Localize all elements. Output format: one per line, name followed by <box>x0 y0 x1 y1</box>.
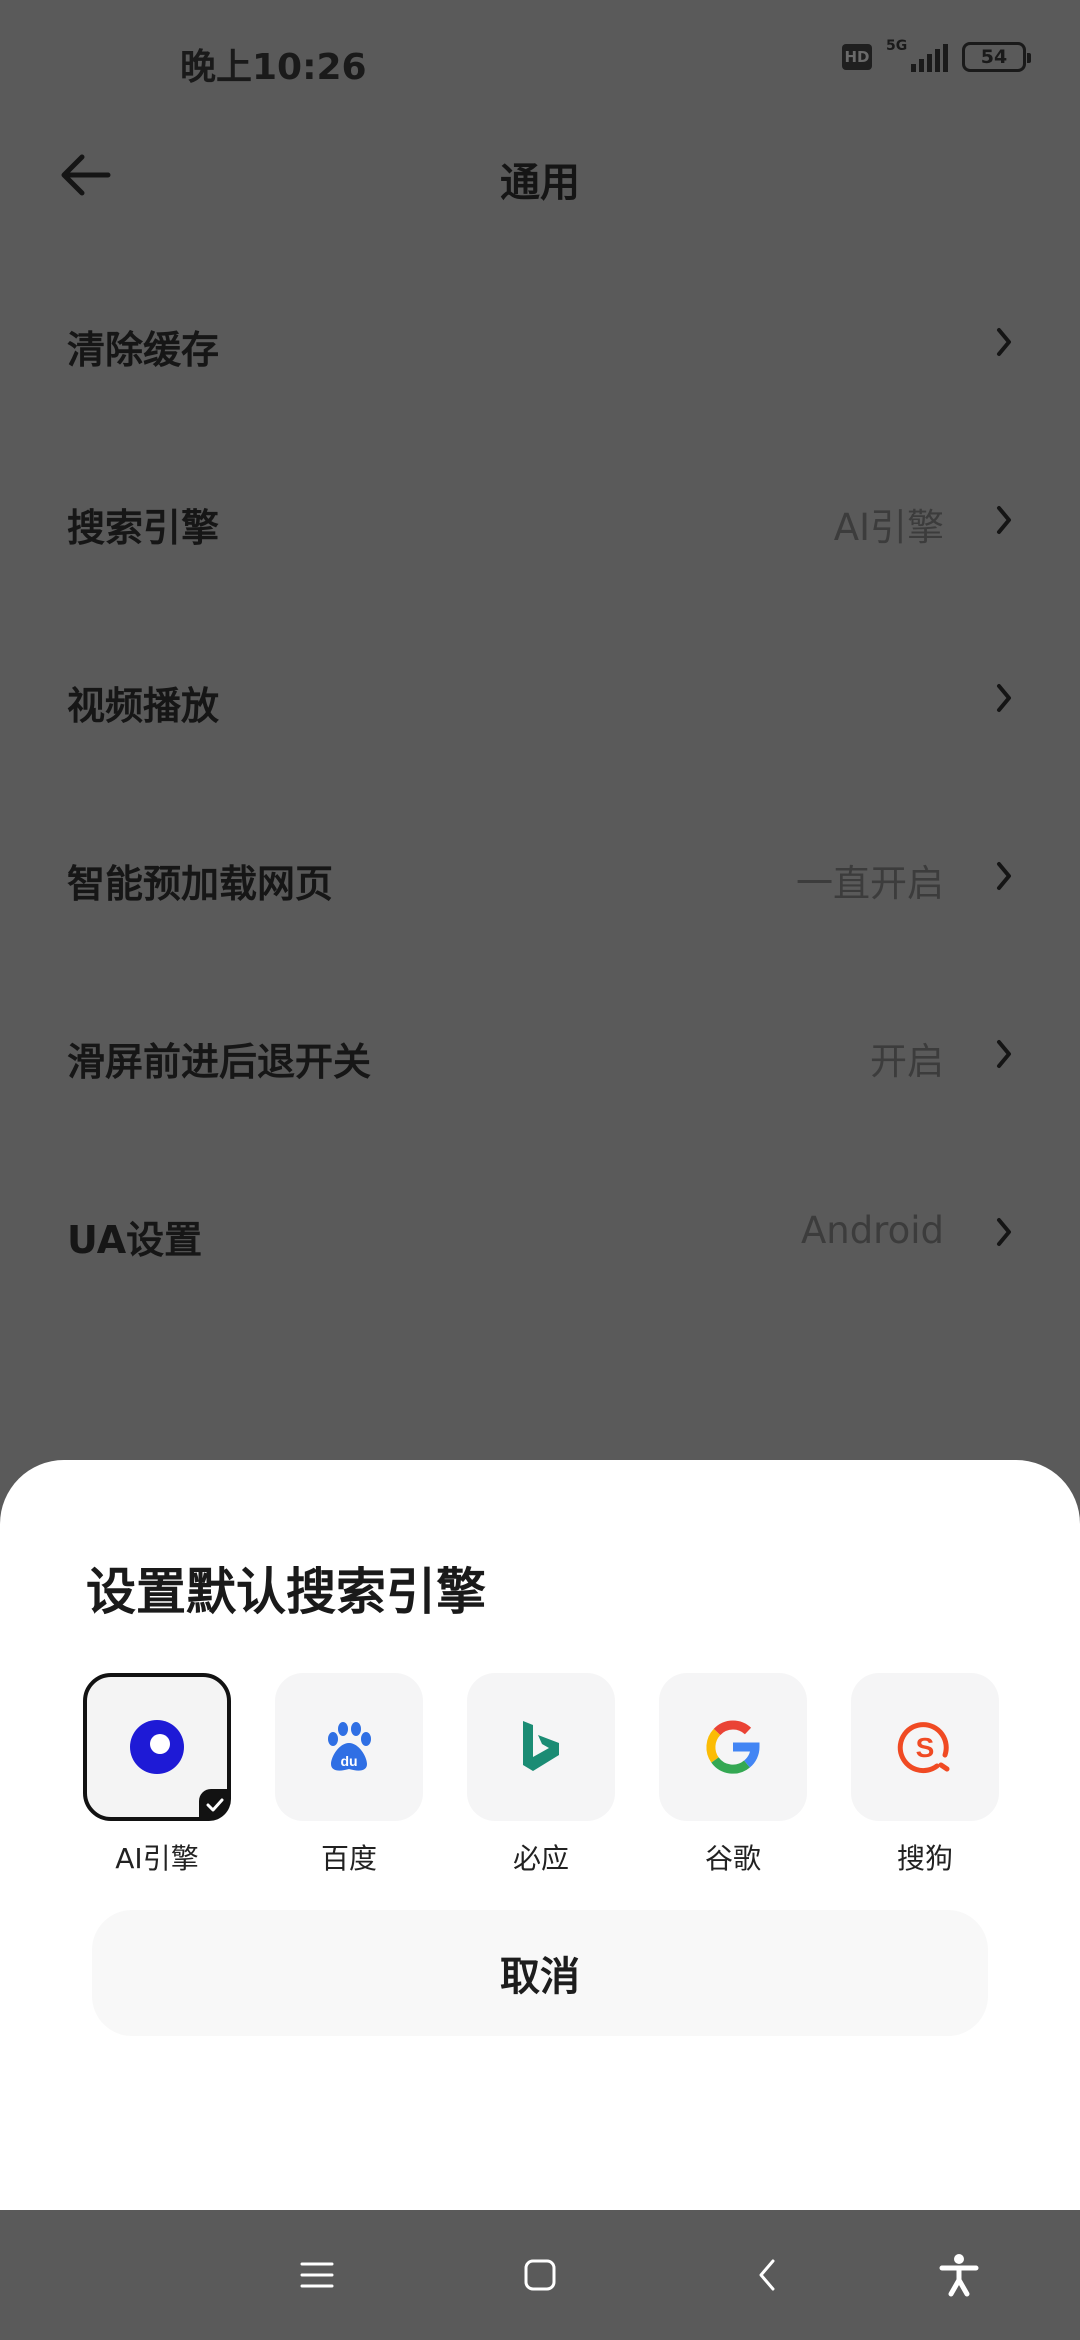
setting-label: 搜索引擎 <box>67 506 220 550</box>
cancel-button[interactable]: 取消 <box>92 1910 988 2036</box>
setting-smart-preload[interactable]: 智能预加载网页 一直开启 <box>0 801 1080 979</box>
network-type: 5G <box>886 38 908 54</box>
bing-icon <box>523 1721 559 1771</box>
accessibility-icon <box>939 2254 979 2297</box>
engine-name: 谷歌 <box>704 1842 761 1875</box>
setting-video-playback[interactable]: 视频播放 <box>0 623 1080 801</box>
engine-tile[interactable] <box>83 1673 231 1821</box>
engine-options: AI引擎 du 百度 必应 谷歌 S 搜狗 <box>83 1673 1003 1883</box>
engine-tile[interactable]: du <box>275 1673 423 1821</box>
engine-option-sogou[interactable]: S 搜狗 <box>851 1673 999 1877</box>
chevron-right-icon <box>997 862 1011 890</box>
menu-icon <box>300 2262 334 2288</box>
setting-ua[interactable]: UA设置 Android <box>0 1157 1080 1335</box>
setting-value: Android <box>800 1209 944 1252</box>
setting-label: 滑屏前进后退开关 <box>67 1040 372 1084</box>
chevron-right-icon <box>997 1218 1011 1246</box>
engine-option-baidu[interactable]: du 百度 <box>275 1673 423 1877</box>
sogou-icon: S <box>897 1722 950 1774</box>
engine-name: 必应 <box>512 1842 569 1875</box>
setting-label: UA设置 <box>67 1218 203 1262</box>
status-icons: HD 5G 54 <box>842 38 1031 72</box>
setting-value: 开启 <box>870 1040 944 1083</box>
engine-tile[interactable] <box>659 1673 807 1821</box>
search-engine-sheet: 设置默认搜索引擎 AI引擎 du 百度 必应 谷歌 S 搜狗 取消 <box>0 1460 1080 2210</box>
setting-label: 清除缓存 <box>67 328 220 372</box>
page-title: 通用 <box>500 160 580 206</box>
setting-label: 智能预加载网页 <box>67 862 334 906</box>
chevron-right-icon <box>997 506 1011 534</box>
svg-text:du: du <box>340 1753 357 1769</box>
chevron-right-icon <box>997 328 1011 356</box>
menu-button[interactable] <box>292 2250 342 2300</box>
ai-engine-icon <box>130 1720 184 1774</box>
settings-list: 清除缓存 搜索引擎 AI引擎 视频播放 智能预加载网页 一直开启 滑屏前进后退开… <box>0 267 1080 1335</box>
engine-option-ai[interactable]: AI引擎 <box>83 1673 231 1877</box>
back-icon <box>759 2259 775 2291</box>
baidu-icon: du <box>328 1722 371 1771</box>
back-nav-button[interactable] <box>742 2250 792 2300</box>
setting-search-engine[interactable]: 搜索引擎 AI引擎 <box>0 445 1080 623</box>
page-header: 通用 <box>0 120 1080 230</box>
engine-tile[interactable]: S <box>851 1673 999 1821</box>
status-bar: 晚上10:26 HD 5G 54 <box>0 0 1080 120</box>
chevron-right-icon <box>997 1040 1011 1068</box>
status-time: 晚上10:26 <box>180 47 367 88</box>
setting-value: 一直开启 <box>796 862 944 905</box>
setting-label: 视频播放 <box>67 684 220 728</box>
home-icon <box>524 2259 556 2291</box>
signal-icon: 5G <box>886 38 948 72</box>
system-nav-bar <box>0 2210 1080 2340</box>
engine-option-google[interactable]: 谷歌 <box>659 1673 807 1877</box>
svg-text:S: S <box>916 1732 935 1763</box>
setting-clear-cache[interactable]: 清除缓存 <box>0 267 1080 445</box>
engine-option-bing[interactable]: 必应 <box>467 1673 615 1877</box>
engine-name: 百度 <box>320 1842 377 1875</box>
sheet-title: 设置默认搜索引擎 <box>86 1563 486 1621</box>
check-icon <box>199 1789 231 1821</box>
accessibility-button[interactable] <box>934 2250 984 2300</box>
engine-name: 搜狗 <box>896 1842 953 1875</box>
engine-name: AI引擎 <box>115 1842 199 1875</box>
chevron-right-icon <box>997 684 1011 712</box>
home-button[interactable] <box>515 2250 565 2300</box>
google-icon <box>706 1720 760 1774</box>
setting-swipe-navigation[interactable]: 滑屏前进后退开关 开启 <box>0 979 1080 1157</box>
battery-icon: 54 <box>962 42 1031 72</box>
hd-icon: HD <box>842 44 872 70</box>
engine-tile[interactable] <box>467 1673 615 1821</box>
setting-value: AI引擎 <box>833 506 944 549</box>
